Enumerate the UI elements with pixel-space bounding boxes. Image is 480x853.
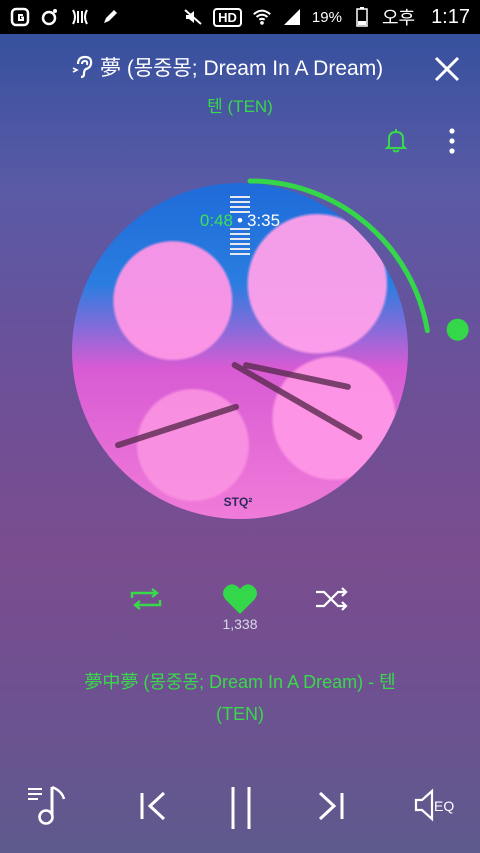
battery-percent: 19% bbox=[311, 8, 342, 26]
eq-label: EQ bbox=[434, 798, 454, 814]
pen-icon bbox=[100, 7, 120, 27]
status-bar: HD 19% 오후 1:17 bbox=[0, 0, 480, 34]
wifi-icon bbox=[252, 7, 272, 27]
equalizer-icon[interactable]: EQ bbox=[412, 787, 458, 823]
song-title-marquee: 夢 (몽중몽; Dream In A Dream) bbox=[100, 57, 384, 80]
like-count: 1,338 bbox=[222, 616, 258, 632]
playlist-icon[interactable] bbox=[26, 783, 68, 827]
shuffle-icon[interactable] bbox=[314, 586, 350, 612]
clock: 1:17 bbox=[431, 5, 470, 28]
playback-bar: EQ bbox=[0, 763, 480, 853]
time-separator: • bbox=[237, 211, 243, 230]
current-time: 0:48 bbox=[199, 211, 234, 230]
next-icon[interactable] bbox=[314, 789, 348, 823]
like-heart-icon[interactable] bbox=[222, 582, 258, 616]
more-options-icon[interactable] bbox=[446, 128, 458, 154]
previous-icon[interactable] bbox=[136, 789, 170, 823]
pause-icon[interactable] bbox=[226, 785, 256, 831]
song-info[interactable]: 夢中夢 (몽중몽; Dream In A Dream) - 텐 (TEN) bbox=[40, 666, 440, 730]
artist-name[interactable]: 텐 (TEN) bbox=[0, 92, 480, 117]
now-playing-header: 夢 (몽중몽; Dream In A Dream) bbox=[0, 50, 480, 88]
repeat-icon[interactable] bbox=[128, 586, 164, 612]
battery-icon bbox=[352, 7, 372, 27]
ampm: 오후 bbox=[381, 8, 416, 28]
bell-icon[interactable] bbox=[384, 128, 408, 154]
signal-icon bbox=[282, 7, 302, 27]
close-button[interactable] bbox=[432, 54, 462, 84]
hd-icon: HD bbox=[213, 7, 242, 27]
song-title-line1: 夢中夢 (몽중몽; Dream In A Dream) - 텐 bbox=[84, 672, 396, 692]
playback-time: 0:48 • 3:35 bbox=[0, 211, 480, 231]
circle-icon bbox=[40, 7, 60, 27]
g-icon bbox=[10, 7, 30, 27]
song-title-line2: (TEN) bbox=[216, 704, 264, 724]
album-logo: STQ² bbox=[223, 495, 253, 509]
total-time: 3:35 bbox=[246, 211, 281, 230]
hearing-icon[interactable] bbox=[70, 54, 96, 80]
pause-x-icon bbox=[70, 7, 90, 27]
mute-icon bbox=[183, 7, 203, 27]
